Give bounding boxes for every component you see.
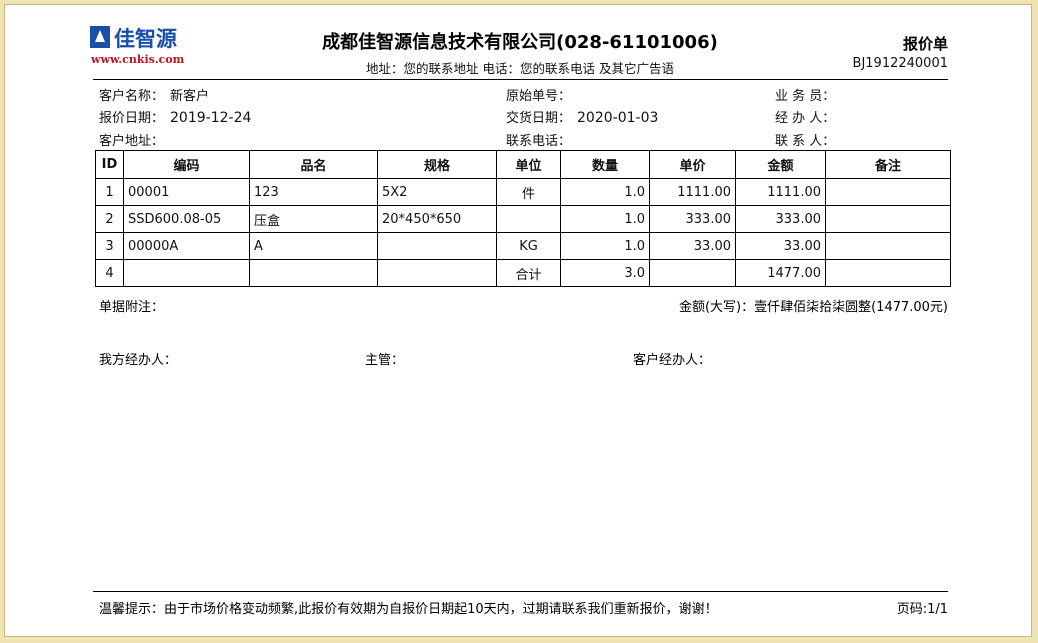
delivery-date-field: 交货日期： 2020-01-03 <box>506 107 658 126</box>
footer-tip: 温馨提示：由于市场价格变动频繁,此报价有效期为自报价日期起10天内，过期请联系我… <box>99 602 718 617</box>
cell-unit <box>496 205 561 233</box>
customer-name-value: 新客户 <box>170 89 210 104</box>
cell-code: SSD600.08-05 <box>123 205 250 233</box>
col-header-code: 编码 <box>123 150 250 179</box>
company-contact: 地址：您的联系地址 电话：您的联系电话 及其它广告语 <box>366 61 674 76</box>
cell-qty: 1.0 <box>560 232 650 260</box>
table-header-row: ID 编码 品名 规格 单位 数量 单价 金额 备注 <box>95 150 951 179</box>
quote-date-value: 2019-12-24 <box>170 110 252 126</box>
col-header-amount: 金额 <box>735 150 826 179</box>
cell-id: 4 <box>95 259 124 287</box>
cell-name <box>249 259 378 287</box>
amount-in-words: 金额(大写)：壹仟肆佰柒拾柒圆整(1477.00元) <box>678 300 948 315</box>
col-header-price: 单价 <box>649 150 736 179</box>
cell-id: 3 <box>95 232 124 260</box>
customer-address-label: 客户地址： <box>99 134 165 149</box>
cell-price: 333.00 <box>649 205 736 233</box>
cell-price <box>649 259 736 287</box>
remark-label: 单据附注： <box>99 300 165 315</box>
original-number-label: 原始单号： <box>506 89 572 104</box>
cell-total-amount: 1477.00 <box>735 259 826 287</box>
cell-unit: 件 <box>496 178 561 206</box>
quote-date-field: 报价日期： 2019-12-24 <box>99 107 251 126</box>
col-header-id: ID <box>95 150 124 179</box>
page-number: 页码:1/1 <box>896 602 948 617</box>
cell-spec <box>377 259 497 287</box>
cell-total-label: 合计 <box>496 259 561 287</box>
col-header-qty: 数量 <box>560 150 650 179</box>
phone-field: 联系电话： <box>506 130 571 149</box>
salesman-label: 业 务 员： <box>775 89 836 104</box>
cell-code <box>123 259 250 287</box>
our-handler-label: 我方经办人： <box>99 353 178 368</box>
col-header-spec: 规格 <box>377 150 497 179</box>
table-total-row: 4 合计 3.0 1477.00 <box>95 259 951 287</box>
document-type: 报价单 <box>902 35 948 53</box>
original-number-field: 原始单号： <box>506 85 571 104</box>
quotation-items-table: ID 编码 品名 规格 单位 数量 单价 金额 备注 1 00001 123 5… <box>95 150 951 287</box>
quote-date-label: 报价日期： <box>99 111 165 126</box>
company-logo: 佳智源 www.cnkis.com <box>90 26 186 74</box>
logo-text: 佳智源 <box>114 27 177 51</box>
cell-name: 123 <box>249 178 378 206</box>
footer-divider <box>93 591 948 592</box>
cell-spec <box>377 232 497 260</box>
logo-sail-icon <box>90 26 110 48</box>
cell-code: 00001 <box>123 178 250 206</box>
customer-address-field: 客户地址： <box>99 130 164 149</box>
cell-qty: 1.0 <box>560 205 650 233</box>
cell-remark <box>825 178 951 206</box>
customer-handler-label: 客户经办人： <box>633 353 712 368</box>
customer-name-field: 客户名称： 新客户 <box>99 85 209 104</box>
cell-spec: 20*450*650 <box>377 205 497 233</box>
cell-remark <box>825 259 951 287</box>
phone-label: 联系电话： <box>506 134 572 149</box>
delivery-date-label: 交货日期： <box>506 111 572 126</box>
cell-remark <box>825 232 951 260</box>
cell-id: 2 <box>95 205 124 233</box>
company-title: 成都佳智源信息技术有限公司(028-61101006) <box>322 32 718 53</box>
table-row: 1 00001 123 5X2 件 1.0 1111.00 1111.00 <box>95 178 951 206</box>
cell-price: 1111.00 <box>649 178 736 206</box>
cell-amount: 333.00 <box>735 205 826 233</box>
cell-id: 1 <box>95 178 124 206</box>
contact-person-label: 联 系 人： <box>775 134 836 149</box>
cell-total-qty: 3.0 <box>560 259 650 287</box>
table-row: 3 00000A A KG 1.0 33.00 33.00 <box>95 232 951 260</box>
col-header-name: 品名 <box>249 150 378 179</box>
cell-name: A <box>249 232 378 260</box>
col-header-unit: 单位 <box>496 150 561 179</box>
document-number: BJ1912240001 <box>852 56 948 71</box>
table-row: 2 SSD600.08-05 压盒 20*450*650 1.0 333.00 … <box>95 205 951 233</box>
col-header-remark: 备注 <box>825 150 951 179</box>
handler-field: 经 办 人： <box>775 107 835 126</box>
cell-price: 33.00 <box>649 232 736 260</box>
handler-label: 经 办 人： <box>775 111 836 126</box>
cell-amount: 1111.00 <box>735 178 826 206</box>
supervisor-label: 主管： <box>365 353 405 368</box>
contact-person-field: 联 系 人： <box>775 130 835 149</box>
salesman-field: 业 务 员： <box>775 85 835 104</box>
header-divider <box>93 79 948 80</box>
cell-amount: 33.00 <box>735 232 826 260</box>
logo-url: www.cnkis.com <box>91 53 185 66</box>
cell-spec: 5X2 <box>377 178 497 206</box>
cell-qty: 1.0 <box>560 178 650 206</box>
cell-unit: KG <box>496 232 561 260</box>
delivery-date-value: 2020-01-03 <box>577 110 659 126</box>
customer-name-label: 客户名称： <box>99 89 165 104</box>
cell-code: 00000A <box>123 232 250 260</box>
cell-remark <box>825 205 951 233</box>
cell-name: 压盒 <box>249 205 378 233</box>
